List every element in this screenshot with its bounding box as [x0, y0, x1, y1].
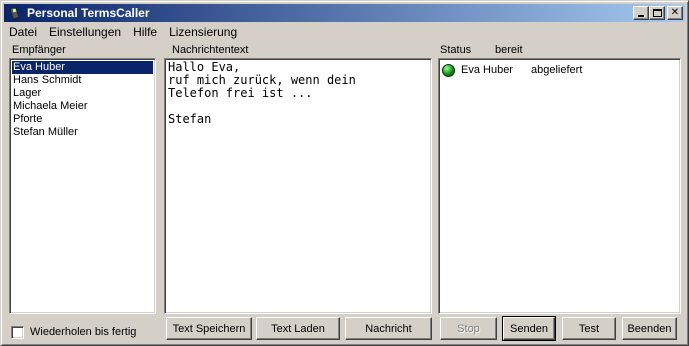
- menu-einstellungen[interactable]: Einstellungen: [43, 25, 127, 39]
- menu-lizensierung[interactable]: Lizensierung: [163, 25, 243, 39]
- save-text-button[interactable]: Text Speichern: [166, 317, 252, 340]
- list-item[interactable]: Eva Huber: [12, 61, 153, 74]
- phone-icon: [7, 5, 23, 21]
- menu-hilfe[interactable]: Hilfe: [127, 25, 163, 39]
- load-text-button[interactable]: Text Laden: [256, 317, 340, 340]
- list-item[interactable]: Stefan Müller: [12, 126, 153, 139]
- status-label: Status: [440, 44, 472, 56]
- title-buttons: ✕: [633, 6, 683, 20]
- list-item[interactable]: Lager: [12, 87, 153, 100]
- send-button[interactable]: Senden: [502, 316, 556, 341]
- list-item[interactable]: Michaela Meier: [12, 100, 153, 113]
- window-title: Personal TermsCaller: [27, 6, 150, 20]
- status-row[interactable]: Eva Huber abgeliefert: [439, 62, 680, 78]
- status-state: abgeliefert: [531, 64, 583, 76]
- menu-datei[interactable]: Datei: [4, 25, 43, 39]
- repeat-checkbox-label[interactable]: Wiederholen bis fertig: [30, 326, 136, 338]
- maximize-icon: [652, 9, 662, 17]
- status-ok-icon: [442, 63, 455, 77]
- recipients-label: Empfänger: [12, 44, 66, 56]
- main-window: Personal TermsCaller ✕ Datei Einstellung…: [0, 0, 689, 346]
- list-item[interactable]: Pforte: [12, 113, 153, 126]
- list-item[interactable]: Hans Schmidt: [12, 74, 153, 87]
- repeat-checkbox[interactable]: [11, 326, 24, 339]
- close-icon: ✕: [670, 7, 680, 18]
- minimize-icon: [638, 15, 644, 17]
- status-recipient: Eva Huber: [461, 64, 513, 76]
- close-button[interactable]: ✕: [667, 6, 683, 20]
- menu-bar: Datei Einstellungen Hilfe Lizensierung: [4, 23, 243, 41]
- quit-button[interactable]: Beenden: [622, 317, 677, 340]
- maximize-button[interactable]: [649, 6, 665, 20]
- title-bar[interactable]: Personal TermsCaller ✕: [4, 4, 685, 22]
- stop-button[interactable]: Stop: [440, 317, 497, 340]
- message-button[interactable]: Nachricht: [345, 317, 432, 340]
- message-textarea[interactable]: Hallo Eva, ruf mich zurück, wenn dein Te…: [164, 58, 432, 314]
- message-label: Nachrichtentext: [172, 44, 249, 56]
- recipients-list[interactable]: Eva Huber Hans Schmidt Lager Michaela Me…: [9, 58, 156, 314]
- minimize-button[interactable]: [633, 6, 649, 20]
- status-list[interactable]: Eva Huber abgeliefert: [438, 58, 681, 314]
- status-value: bereit: [495, 44, 523, 56]
- test-button[interactable]: Test: [562, 317, 616, 340]
